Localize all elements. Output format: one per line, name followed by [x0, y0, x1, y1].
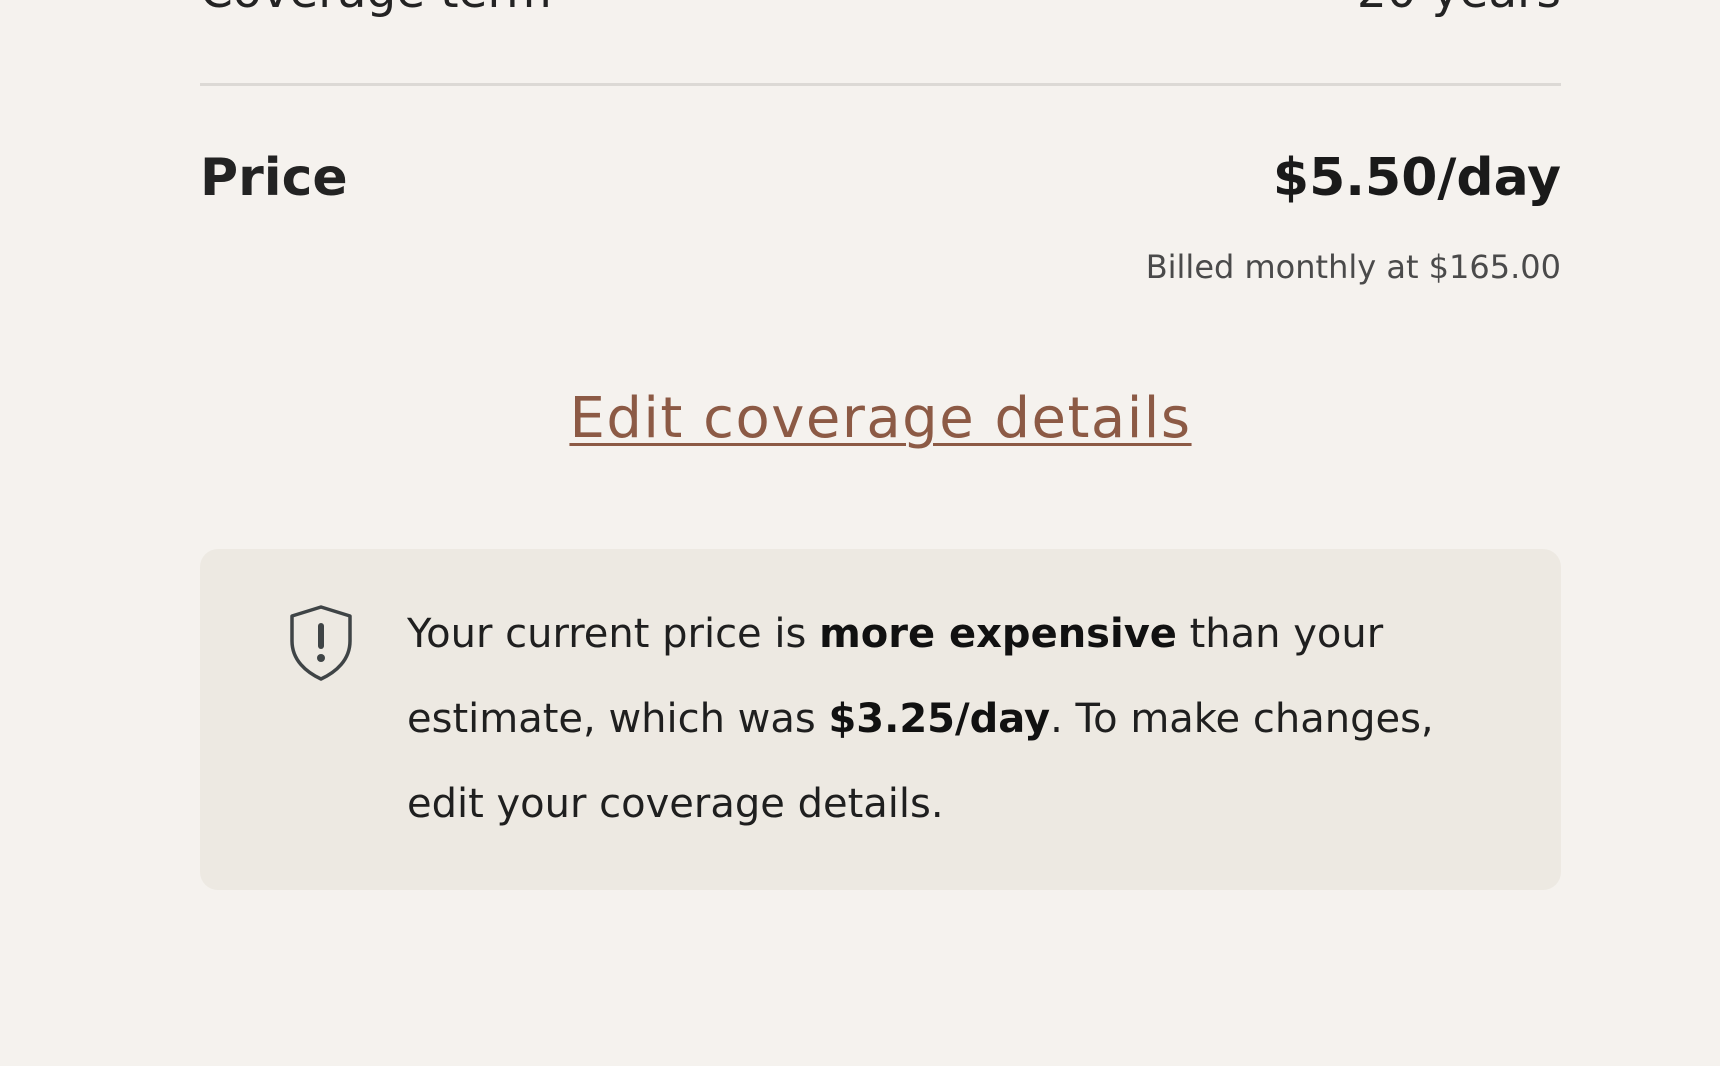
notice-text-part: Your current price is — [407, 611, 820, 657]
notice-estimate-price: $3.25/day — [828, 696, 1051, 742]
price-label: Price — [200, 148, 348, 208]
notice-emphasis: more expensive — [819, 611, 1177, 657]
divider — [200, 83, 1561, 86]
price-row: Price $5.50/day — [200, 142, 1561, 214]
shield-alert-icon — [288, 604, 354, 682]
coverage-summary: Coverage term 20 years Price $5.50/day B… — [200, 0, 1561, 1066]
edit-coverage-details-link[interactable]: Edit coverage details — [200, 383, 1561, 455]
coverage-term-label: Coverage term — [200, 0, 552, 22]
coverage-term-value: 20 years — [1357, 0, 1561, 22]
billing-note: Billed monthly at $165.00 — [1145, 248, 1561, 286]
price-notice: Your current price is more expensive tha… — [200, 549, 1561, 890]
price-value: $5.50/day — [1272, 148, 1561, 208]
notice-text: Your current price is more expensive tha… — [407, 592, 1467, 847]
coverage-term-row: Coverage term 20 years — [200, 0, 1561, 22]
